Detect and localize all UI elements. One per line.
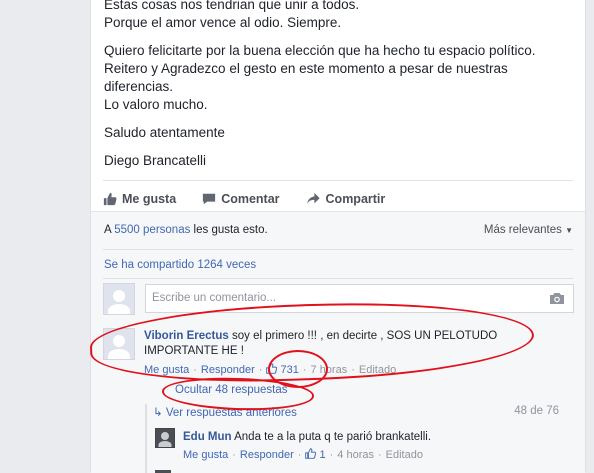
thumbs-up-icon [266,363,278,374]
post-greeting: Saludo atentamente [104,125,225,140]
like-button[interactable]: Me gusta [103,186,176,212]
comment-author[interactable]: Viborin Erectus [144,330,229,342]
divider [103,278,573,279]
reply-arrow-icon: ↳ [153,407,163,419]
likes-count-link[interactable]: 5500 personas [114,224,190,236]
replies-count: 48 de 76 [514,405,559,417]
speech-bubble-icon [203,193,216,205]
shares-link[interactable]: Se ha compartido 1264 veces [104,259,256,271]
comment-placeholder: Escribe un comentario... [152,292,277,304]
comment-timestamp[interactable]: 7 horas [311,364,348,376]
post-line-2: Porque el amor vence al odio. Siempre. [104,15,342,30]
comment-input[interactable]: Escribe un comentario... [145,284,574,313]
comment-edited-label[interactable]: Editado [359,364,396,376]
likes-prefix: A [104,224,112,236]
reply-author-avatar[interactable] [155,428,175,448]
comment-likes-number: 731 [280,364,299,376]
likes-summary: A 5500 personas les gusta esto. [104,224,268,236]
post-para-line-3: diferencias. [104,79,174,94]
reply-timestamp[interactable]: 4 horas [337,449,374,461]
sort-label: Más relevantes [483,224,562,236]
share-label: Compartir [325,192,386,206]
view-previous-replies[interactable]: ↳ Ver respuestas anteriores [153,405,297,419]
post-actions: Me gusta Comentar Compartir [103,186,411,212]
comment-meta: Me gusta · Responder · 731 · 7 horas · Editado [144,363,397,376]
reply-like-link[interactable]: Me gusta [183,449,228,461]
commenter-avatar[interactable] [103,328,135,360]
comment-like-link[interactable]: Me gusta [144,364,189,376]
divider [103,249,573,250]
reply-likes-number: 1 [319,449,326,461]
view-previous-label: Ver respuestas anteriores [165,407,297,419]
comment-button[interactable]: Comentar [202,186,280,212]
reply-meta: Me gusta · Responder · 1 · 4 horas · Editado [183,448,423,461]
share-button[interactable]: Compartir [306,186,386,212]
post-body: Estas cosas nos tendrian que unir a todo… [104,0,574,180]
reply-reply-link[interactable]: Responder [240,449,294,461]
post-para-line-4: Lo valoro mucho. [104,97,208,112]
reply-content: Edu Mun Anda te a la puta q te parió bra… [183,430,563,445]
sort-dropdown[interactable]: Más relevantes ▼ [484,224,573,236]
post-signature: Diego Brancatelli [104,153,207,168]
reply-text: Anda te a la puta q te parió brankatelli… [234,431,432,443]
share-arrow-icon [306,192,320,205]
comment-content: Viborin Erectus soy el primero !!! , en … [144,329,524,359]
post-card: Estas cosas nos tendrian que unir a todo… [90,0,586,473]
reply-likes-count[interactable]: 1 [305,448,326,461]
thumbs-up-icon [103,192,117,206]
comment-label: Comentar [221,192,280,206]
hide-replies-link[interactable]: Ocultar 48 respuestas [175,384,288,396]
like-label: Me gusta [122,192,177,206]
thumbs-up-icon [305,448,317,459]
post-para-line-1: Quiero felicitarte por la buena elección… [104,43,536,58]
comment-reply-link[interactable]: Responder [201,364,255,376]
camera-icon[interactable] [549,292,565,305]
feedback-section: A 5500 personas les gusta esto. Más rele… [91,211,585,473]
post-para-line-2: Reitero y Agradezco el gesto en este mom… [104,61,508,76]
reply-edited-label[interactable]: Editado [386,449,423,461]
comment-likes-count[interactable]: 731 [266,363,299,376]
divider [103,180,573,181]
caret-down-icon: ▼ [565,226,573,235]
likes-suffix: les gusta esto. [193,224,268,236]
reply-author[interactable]: Edu Mun [183,431,232,443]
current-user-avatar [103,283,135,315]
post-line-1: Estas cosas nos tendrian que unir a todo… [104,0,360,12]
